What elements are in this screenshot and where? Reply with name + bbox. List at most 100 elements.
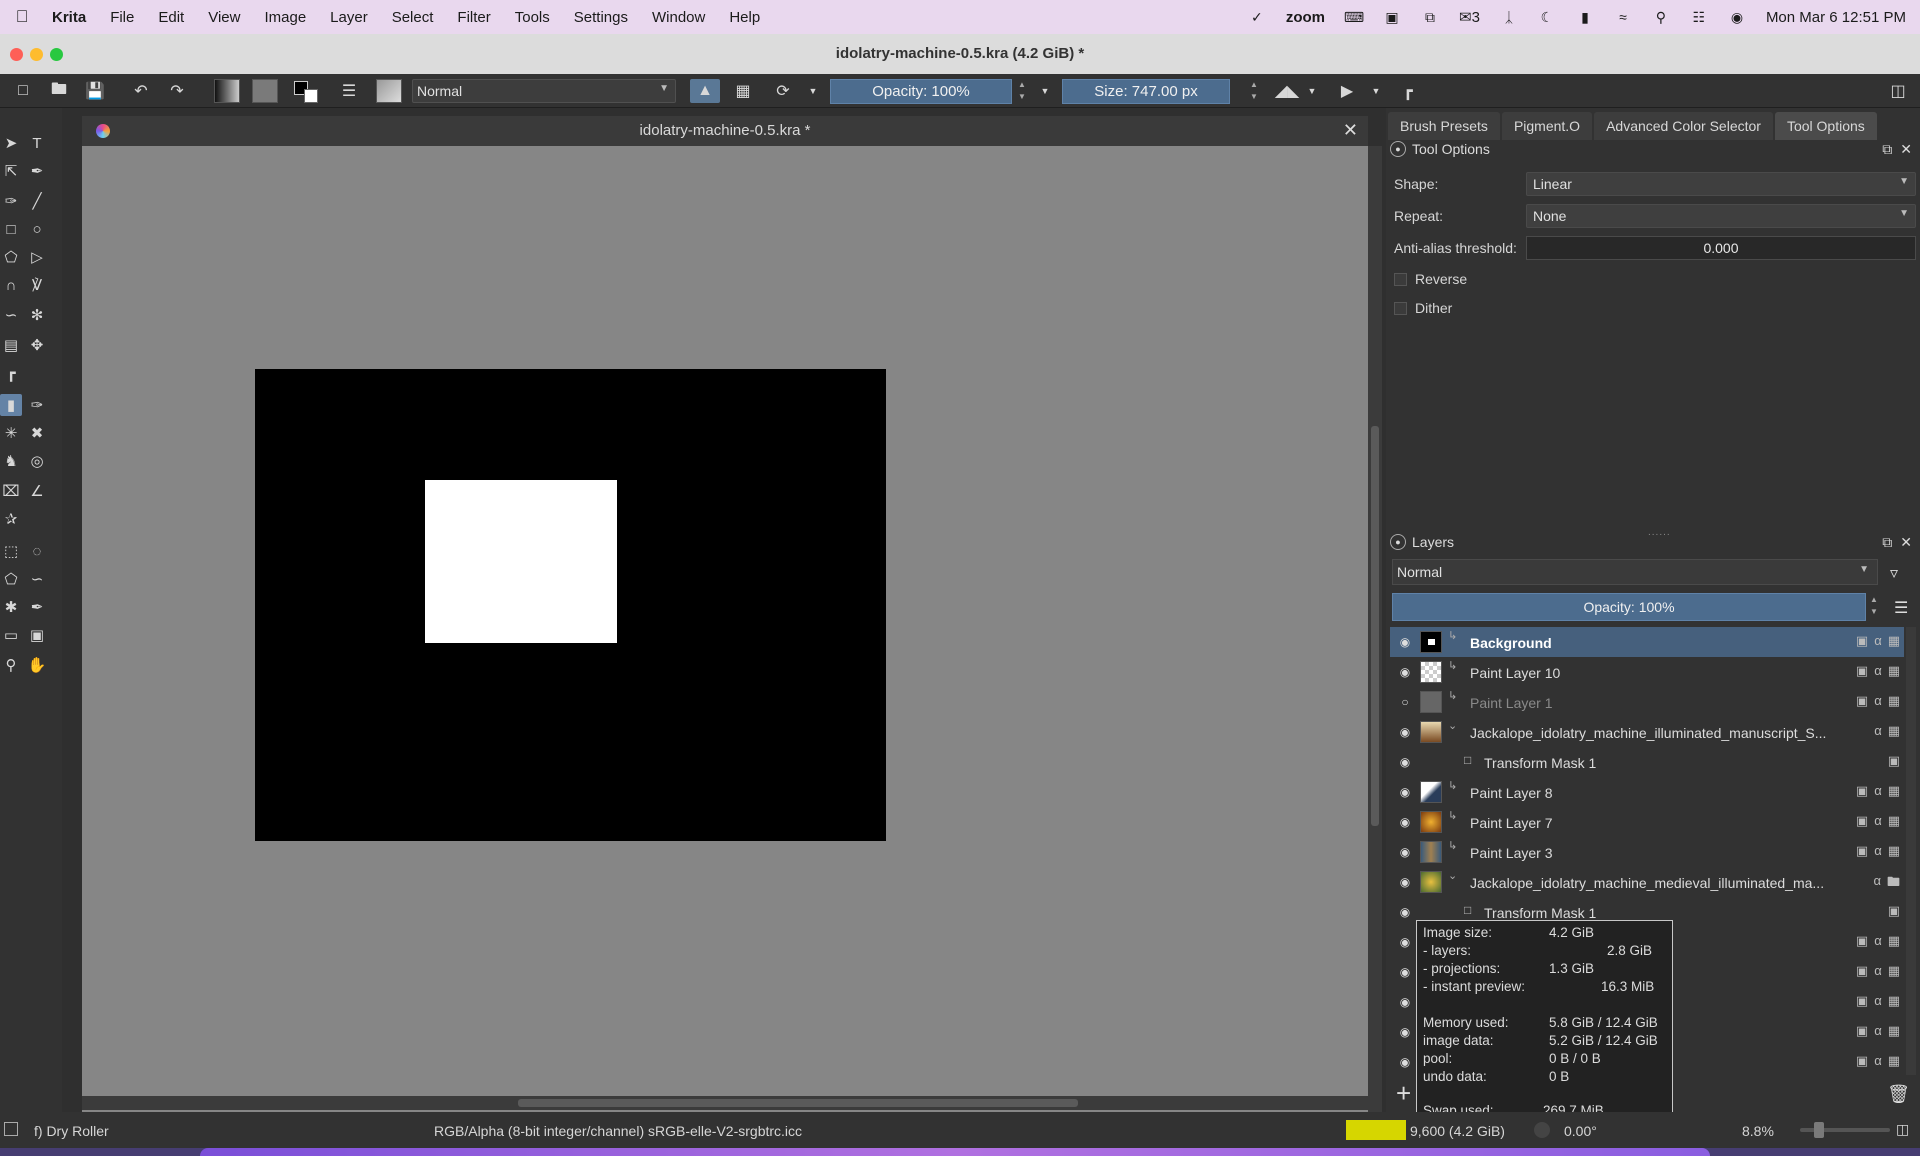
layer-opacity-slider[interactable]: Opacity: 100% [1392, 593, 1866, 621]
menu-window[interactable]: Window [640, 9, 717, 26]
mirror-horizontal-chevron-icon[interactable]: ▼ [1306, 79, 1318, 103]
eye-icon[interactable]: ◉ [1398, 755, 1412, 769]
expand-group-chevron-icon[interactable]: ⌄ [1448, 719, 1457, 732]
eye-icon[interactable]: ◉ [1398, 785, 1412, 799]
alpha-icon[interactable]: α [1874, 993, 1882, 1009]
size-spin-arrows[interactable]: ▲ ▼ [1248, 79, 1260, 104]
layer-row[interactable]: ◉ ⌄ Jackalope_idolatry_machine_medieval_… [1390, 867, 1904, 897]
lock-icon[interactable]: ▣ [1856, 663, 1868, 679]
layer-blend-mode-select[interactable]: Normal ▼ [1392, 559, 1878, 585]
reload-menu-chevron-icon[interactable]: ▼ [806, 79, 820, 103]
polygonal-selection-tool-icon[interactable]: ⬠ [0, 568, 22, 590]
contiguous-selection-tool-icon[interactable]: ✱ [0, 596, 22, 618]
search-icon[interactable]: ⚲ [1652, 9, 1670, 25]
multibrush-tool-icon[interactable]: ✻ [26, 304, 48, 326]
menu-file[interactable]: File [98, 9, 146, 26]
lock-icon[interactable]: ▣ [1856, 783, 1868, 799]
polygon-tool-icon[interactable]: ⬠ [0, 246, 22, 268]
siri-icon[interactable]: ◉ [1728, 9, 1746, 25]
apple-menu-icon[interactable]:  [0, 7, 44, 27]
float-panel-icon[interactable]: ⧉ [1882, 141, 1892, 158]
alpha-icon[interactable]: α [1874, 693, 1882, 709]
save-icon[interactable]: 💾 [84, 79, 106, 103]
inherit-alpha-icon[interactable]: ▦ [1888, 813, 1900, 829]
lock-icon[interactable]: ▣ [1856, 693, 1868, 709]
windows-icon[interactable]: ⧉ [1421, 9, 1439, 25]
rotation-icon[interactable] [1534, 1122, 1550, 1138]
alpha-icon[interactable]: α [1874, 843, 1882, 859]
fit-view-icon[interactable]: ◫ [1896, 1121, 1909, 1138]
folder-icon[interactable]: 🖿 [1887, 873, 1900, 895]
menu-image[interactable]: Image [252, 9, 318, 26]
fill-tool-icon[interactable]: ♞ [0, 450, 22, 472]
add-layer-icon[interactable]: + [1396, 1080, 1411, 1106]
alpha-icon[interactable]: α [1874, 1053, 1882, 1069]
eye-icon[interactable]: ◉ [1398, 875, 1412, 889]
menu-help[interactable]: Help [717, 9, 772, 26]
eye-icon[interactable]: ◉ [1398, 1025, 1412, 1039]
zoom-value[interactable]: 8.8% [1742, 1123, 1774, 1139]
tab-advanced-color-selector[interactable]: Advanced Color Selector [1594, 112, 1773, 140]
open-document-icon[interactable]: 🖿 [48, 79, 70, 103]
color-picker-tool-icon[interactable]: ✑ [26, 394, 48, 416]
crop-tool-icon[interactable]: ┏ [0, 362, 22, 384]
inherit-alpha-icon[interactable]: ▦ [1888, 663, 1900, 679]
inherit-alpha-icon[interactable]: ▦ [1888, 1023, 1900, 1039]
assistant-tool-icon[interactable]: ⌧ [0, 480, 22, 502]
polyline-tool-icon[interactable]: ▷ [26, 246, 48, 268]
preserve-alpha-icon[interactable]: ▦ [730, 79, 756, 103]
bluetooth-icon[interactable]: ᛣ [1500, 9, 1518, 25]
alpha-icon[interactable]: α [1874, 783, 1882, 799]
menu-filter[interactable]: Filter [445, 9, 502, 26]
expand-group-chevron-icon[interactable]: ⌄ [1448, 869, 1457, 882]
close-panel-icon[interactable]: ✕ [1900, 534, 1912, 551]
layers-scrollbar[interactable] [1906, 627, 1916, 1075]
gradient-tool-icon[interactable]: ▮ [0, 394, 22, 416]
opacity-slider[interactable]: Opacity: 100% [830, 79, 1012, 104]
size-slider[interactable]: Size: 747.00 px [1062, 79, 1230, 104]
line-tool-icon[interactable]: ╱ [26, 190, 48, 212]
tab-pigment-o[interactable]: Pigment.O [1501, 112, 1593, 140]
colorize-mask-tool-icon[interactable]: ✳ [0, 422, 22, 444]
menubar-clock[interactable]: Mon Mar 6 12:51 PM [1766, 9, 1906, 26]
toolbar-chevron-icon[interactable]: ▼ [1038, 79, 1052, 103]
inherit-alpha-icon[interactable]: ▦ [1888, 783, 1900, 799]
mirror-horizontal-icon[interactable]: ◢◣ [1274, 79, 1300, 103]
brush-settings-icon[interactable]: ☰ [338, 79, 360, 103]
eye-hidden-icon[interactable]: ○ [1398, 695, 1412, 709]
rotation-value[interactable]: 0.00° [1564, 1123, 1597, 1139]
pattern-selector[interactable] [252, 79, 278, 103]
control-center-icon[interactable]: ☷ [1690, 9, 1708, 25]
zoom-menu-label[interactable]: zoom [1286, 9, 1325, 26]
gradient-selector[interactable] [214, 79, 240, 103]
brush-preset-name[interactable]: f) Dry Roller [34, 1123, 109, 1139]
ellipse-tool-icon[interactable]: ○ [26, 218, 48, 240]
eye-icon[interactable]: ◉ [1398, 845, 1412, 859]
bezier-tool-icon[interactable]: ∩ [0, 274, 22, 296]
pan-tool-icon[interactable]: ✋ [26, 654, 48, 676]
eye-icon[interactable]: ◉ [1398, 815, 1412, 829]
menu-edit[interactable]: Edit [146, 9, 196, 26]
layer-row[interactable]: ◉ ↳ Paint Layer 3 ▣ α ▦ [1390, 837, 1904, 867]
freehand-path-tool-icon[interactable]: ℣ [26, 274, 48, 296]
inherit-alpha-icon[interactable]: ▦ [1888, 633, 1900, 649]
similar-color-selection-tool-icon[interactable]: ✒ [26, 596, 48, 618]
magnetic-selection-tool-icon[interactable]: ▣ [26, 624, 48, 646]
lock-icon[interactable]: ▣ [1856, 843, 1868, 859]
rectangular-selection-tool-icon[interactable]: ⬚ [0, 540, 22, 562]
inherit-alpha-icon[interactable]: ▦ [1888, 993, 1900, 1009]
lock-icon[interactable]: ▣ [1856, 933, 1868, 949]
enclose-fill-tool-icon[interactable]: ◎ [26, 450, 48, 472]
new-document-icon[interactable]: □ [12, 79, 34, 103]
freehand-brush-tool-icon[interactable]: ✑ [0, 190, 22, 212]
canvas-horizontal-scrollbar[interactable] [82, 1096, 1368, 1110]
antialias-input[interactable]: 0.000 [1526, 236, 1916, 260]
mirror-vertical-icon[interactable]: ▶ [1334, 79, 1360, 103]
alpha-icon[interactable]: α [1874, 963, 1882, 979]
float-panel-icon[interactable]: ⧉ [1882, 534, 1892, 551]
eraser-mode-icon[interactable]: ▲ [690, 79, 720, 103]
menu-layer[interactable]: Layer [318, 9, 380, 26]
edit-shapes-tool-icon[interactable]: ⇱ [0, 160, 22, 182]
alpha-icon[interactable]: α [1874, 933, 1882, 949]
lock-icon[interactable]: ▣ [1856, 1023, 1868, 1039]
